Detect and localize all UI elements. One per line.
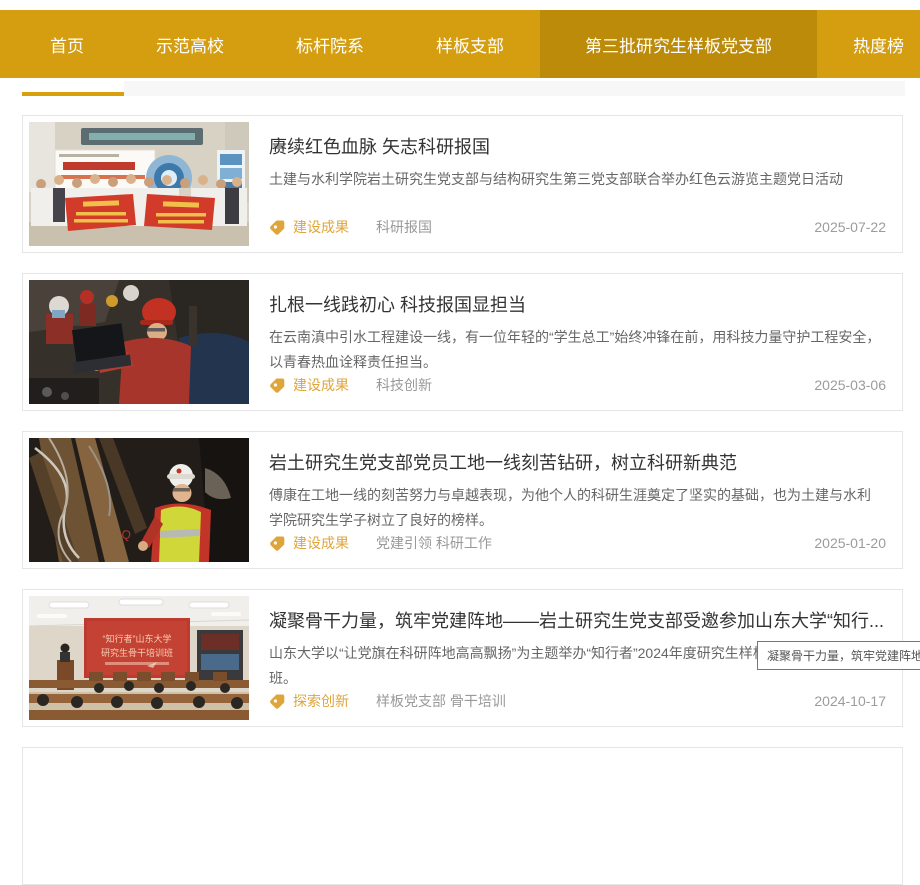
article-meta: 建设成果 科研报国 2025-07-22 bbox=[269, 217, 886, 237]
article-summary: 傅康在工地一线的刻苦努力与卓越表现，为他个人的科研生涯奠定了坚实的基础，也为土建… bbox=[269, 483, 884, 533]
article-category-label: 探索创新 bbox=[293, 691, 349, 711]
title-hover-tooltip: 凝聚骨干力量，筑牢党建阵地 bbox=[757, 641, 920, 670]
subnav-active-tab[interactable] bbox=[0, 81, 124, 96]
article-card[interactable]: Q 岩土研究生党支部党员工地一线刻苦钻研，树立科研新典范 傅康在工地一线的刻苦努… bbox=[22, 431, 903, 569]
nav-tab-third-batch-graduate-branches[interactable]: 第三批研究生样板党支部 bbox=[540, 10, 817, 78]
article-tags[interactable]: 科技创新 bbox=[376, 375, 814, 395]
nav-tab-benchmark-departments[interactable]: 标杆院系 bbox=[260, 10, 400, 78]
article-summary: 在云南滇中引水工程建设一线，有一位年轻的“学生总工”始终冲锋在前，用科技力量守护… bbox=[269, 325, 884, 375]
article-tags[interactable]: 科研报国 bbox=[376, 217, 814, 237]
group-photo-lobby-image bbox=[29, 122, 249, 246]
article-list: 赓续红色血脉 矢志科研报国 土建与水利学院岩土研究生党支部与结构研究生第三党支部… bbox=[0, 96, 920, 885]
article-category-label: 建设成果 bbox=[293, 375, 349, 395]
tag-icon bbox=[269, 535, 286, 552]
article-category-label: 建设成果 bbox=[293, 217, 349, 237]
tag-icon bbox=[269, 693, 286, 710]
article-thumbnail[interactable] bbox=[29, 280, 249, 404]
svg-text:Q: Q bbox=[121, 527, 132, 542]
article-date: 2024-10-17 bbox=[814, 693, 886, 709]
tag-icon bbox=[269, 377, 286, 394]
scaffold-worker-image: Q bbox=[29, 438, 249, 562]
conference-screen-text-line2: 研究生骨干培训班 bbox=[101, 647, 173, 658]
article-title[interactable]: 岩土研究生党支部党员工地一线刻苦钻研，树立科研新典范 bbox=[269, 449, 888, 475]
article-category[interactable]: 建设成果 bbox=[269, 375, 349, 395]
article-date: 2025-07-22 bbox=[814, 219, 886, 235]
tunnel-worker-laptop-image bbox=[29, 280, 249, 404]
article-summary: 土建与水利学院岩土研究生党支部与结构研究生第三党支部联合举办红色云游览主题党日活… bbox=[269, 167, 884, 192]
article-content: 扎根一线践初心 科技报国显担当 在云南滇中引水工程建设一线，有一位年轻的“学生总… bbox=[249, 280, 896, 404]
article-category[interactable]: 建设成果 bbox=[269, 217, 349, 237]
subnav-track bbox=[124, 81, 905, 96]
article-title[interactable]: 扎根一线践初心 科技报国显担当 bbox=[269, 291, 888, 317]
conference-room-image: “知行者”山东大学 研究生骨干培训班 bbox=[29, 596, 249, 720]
article-thumbnail[interactable] bbox=[29, 122, 249, 246]
tag-icon bbox=[269, 219, 286, 236]
article-tags[interactable]: 样板党支部 骨干培训 bbox=[376, 691, 814, 711]
article-card[interactable]: 赓续红色血脉 矢志科研报国 土建与水利学院岩土研究生党支部与结构研究生第三党支部… bbox=[22, 115, 903, 253]
top-whitespace bbox=[0, 0, 920, 10]
article-content: 赓续红色血脉 矢志科研报国 土建与水利学院岩土研究生党支部与结构研究生第三党支部… bbox=[249, 122, 896, 246]
nav-tab-model-branches[interactable]: 样板支部 bbox=[400, 10, 540, 78]
article-title[interactable]: 凝聚骨干力量，筑牢党建阵地——岩土研究生党支部受邀参加山东大学“知行... bbox=[269, 607, 888, 633]
conference-screen-text-line1: “知行者”山东大学 bbox=[103, 633, 172, 644]
main-nav: 首页 示范高校 标杆院系 样板支部 第三批研究生样板党支部 热度榜 bbox=[0, 10, 920, 78]
article-date: 2025-01-20 bbox=[814, 535, 886, 551]
nav-tab-home[interactable]: 首页 bbox=[14, 10, 120, 78]
article-card-partial[interactable] bbox=[22, 747, 903, 885]
article-category[interactable]: 建设成果 bbox=[269, 533, 349, 553]
article-category[interactable]: 探索创新 bbox=[269, 691, 349, 711]
active-tab-underline bbox=[22, 92, 124, 96]
article-thumbnail[interactable]: “知行者”山东大学 研究生骨干培训班 bbox=[29, 596, 249, 720]
article-meta: 探索创新 样板党支部 骨干培训 2024-10-17 bbox=[269, 691, 886, 711]
article-card[interactable]: 扎根一线践初心 科技报国显担当 在云南滇中引水工程建设一线，有一位年轻的“学生总… bbox=[22, 273, 903, 411]
article-meta: 建设成果 党建引领 科研工作 2025-01-20 bbox=[269, 533, 886, 553]
article-meta: 建设成果 科技创新 2025-03-06 bbox=[269, 375, 886, 395]
nav-tab-model-universities[interactable]: 示范高校 bbox=[120, 10, 260, 78]
nav-tab-popularity-ranking[interactable]: 热度榜 bbox=[817, 10, 920, 78]
article-title[interactable]: 赓续红色血脉 矢志科研报国 bbox=[269, 133, 888, 159]
article-content: 岩土研究生党支部党员工地一线刻苦钻研，树立科研新典范 傅康在工地一线的刻苦努力与… bbox=[249, 438, 896, 562]
article-date: 2025-03-06 bbox=[814, 377, 886, 393]
subnav-strip bbox=[0, 81, 920, 96]
article-thumbnail[interactable]: Q bbox=[29, 438, 249, 562]
article-tags[interactable]: 党建引领 科研工作 bbox=[376, 533, 814, 553]
article-category-label: 建设成果 bbox=[293, 533, 349, 553]
